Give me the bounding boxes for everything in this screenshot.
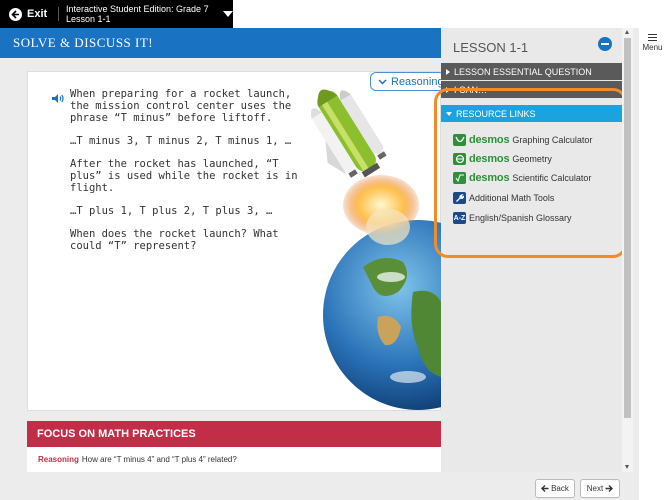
desmos-graphing-icon <box>453 134 466 146</box>
desmos-brand: desmos <box>469 153 510 165</box>
prompt-paragraph: After the rocket has launched, “T plus” … <box>70 158 298 194</box>
scroll-down-arrow-icon[interactable] <box>625 465 629 469</box>
next-button[interactable]: Next <box>580 479 620 498</box>
link-additional-math-tools[interactable]: Additional Math Tools <box>453 191 554 205</box>
top-bar: Exit Interactive Student Edition: Grade … <box>0 0 666 28</box>
link-label: Graphing Calculator <box>512 135 593 145</box>
desmos-brand: desmos <box>469 134 510 146</box>
accordion-label: I CAN… <box>454 84 488 95</box>
prompt-paragraph: …T plus 1, T plus 2, T plus 3, … <box>70 205 273 217</box>
exit-button[interactable]: Exit <box>0 0 53 28</box>
bottom-nav: Back Next <box>0 472 639 500</box>
accordion-label: RESOURCE LINKS <box>456 108 536 119</box>
panel-title: LESSON 1-1 <box>453 40 529 55</box>
accordion-resource-links[interactable]: RESOURCE LINKS <box>441 105 622 122</box>
panel-scrollbar[interactable] <box>622 28 633 472</box>
back-label: Back <box>551 484 569 493</box>
accordion-i-can[interactable]: I CAN… <box>441 81 622 98</box>
link-label: Geometry <box>512 154 552 164</box>
menu-button[interactable]: Menu <box>639 28 666 64</box>
next-label: Next <box>586 484 604 493</box>
link-desmos-scientific[interactable]: desmos Scientific Calculator <box>453 171 591 185</box>
speaker-icon[interactable] <box>51 91 65 109</box>
scrollbar-thumb[interactable] <box>624 38 631 418</box>
chevron-down-icon <box>378 78 387 85</box>
glossary-icon: A-Z <box>453 212 466 224</box>
reasoning-tab-label: Reasoning <box>391 75 444 88</box>
link-label: Scientific Calculator <box>512 173 592 183</box>
caret-down-icon <box>446 111 452 116</box>
arrow-right-icon <box>605 485 614 492</box>
link-desmos-geometry[interactable]: desmos Geometry <box>453 152 552 166</box>
scroll-up-arrow-icon[interactable] <box>625 30 629 34</box>
accordion-essential-question[interactable]: LESSON ESSENTIAL QUESTION <box>441 63 622 80</box>
desmos-brand: desmos <box>469 172 510 184</box>
prompt-paragraph: …T minus 3, T minus 2, T minus 1, … <box>70 135 292 147</box>
menu-label: Menu <box>642 43 663 52</box>
top-bar-left: Exit Interactive Student Edition: Grade … <box>0 0 233 28</box>
desmos-geometry-icon <box>453 153 466 165</box>
link-desmos-graphing[interactable]: desmos Graphing Calculator <box>453 133 592 147</box>
prompt-text: When preparing for a rocket launch, the … <box>70 88 302 263</box>
focus-section-header: FOCUS ON MATH PRACTICES <box>27 421 441 447</box>
prompt-paragraph: When preparing for a rocket launch, the … <box>70 88 292 124</box>
focus-question: How are “T minus 4” and “T plus 4” relat… <box>81 455 237 464</box>
reasoning-tab[interactable]: Reasoning <box>370 72 445 91</box>
desmos-scientific-icon <box>453 172 466 184</box>
page-title: SOLVE & DISCUSS IT! <box>0 28 441 58</box>
link-glossary[interactable]: A-Z English/Spanish Glossary <box>453 211 572 225</box>
right-gutter <box>639 64 666 500</box>
divider <box>58 7 59 21</box>
link-label: Additional Math Tools <box>469 193 555 203</box>
exit-arrow-icon <box>9 7 22 21</box>
wrench-icon <box>453 192 466 204</box>
edition-selector-label[interactable]: Interactive Student Edition: Grade 7 Les… <box>66 4 217 24</box>
hamburger-icon <box>648 34 657 41</box>
arrow-left-icon <box>541 485 549 492</box>
link-label: English/Spanish Glossary <box>469 213 572 223</box>
back-button[interactable]: Back <box>535 479 575 498</box>
caret-down-icon[interactable] <box>223 11 233 17</box>
focus-section-body: Reasoning How are “T minus 4” and “T plus… <box>27 447 441 472</box>
caret-right-icon <box>446 68 450 75</box>
exit-label: Exit <box>27 8 48 20</box>
prompt-paragraph: When does the rocket launch? What could … <box>70 228 279 252</box>
rocket-earth-illustration <box>311 89 441 410</box>
lesson-panel: LESSON 1-1 LESSON ESSENTIAL QUESTION I C… <box>441 28 622 472</box>
caret-right-icon <box>446 86 450 93</box>
focus-keyword: Reasoning <box>38 455 79 464</box>
accordion-label: LESSON ESSENTIAL QUESTION <box>454 66 592 77</box>
collapse-panel-button[interactable] <box>598 37 612 51</box>
